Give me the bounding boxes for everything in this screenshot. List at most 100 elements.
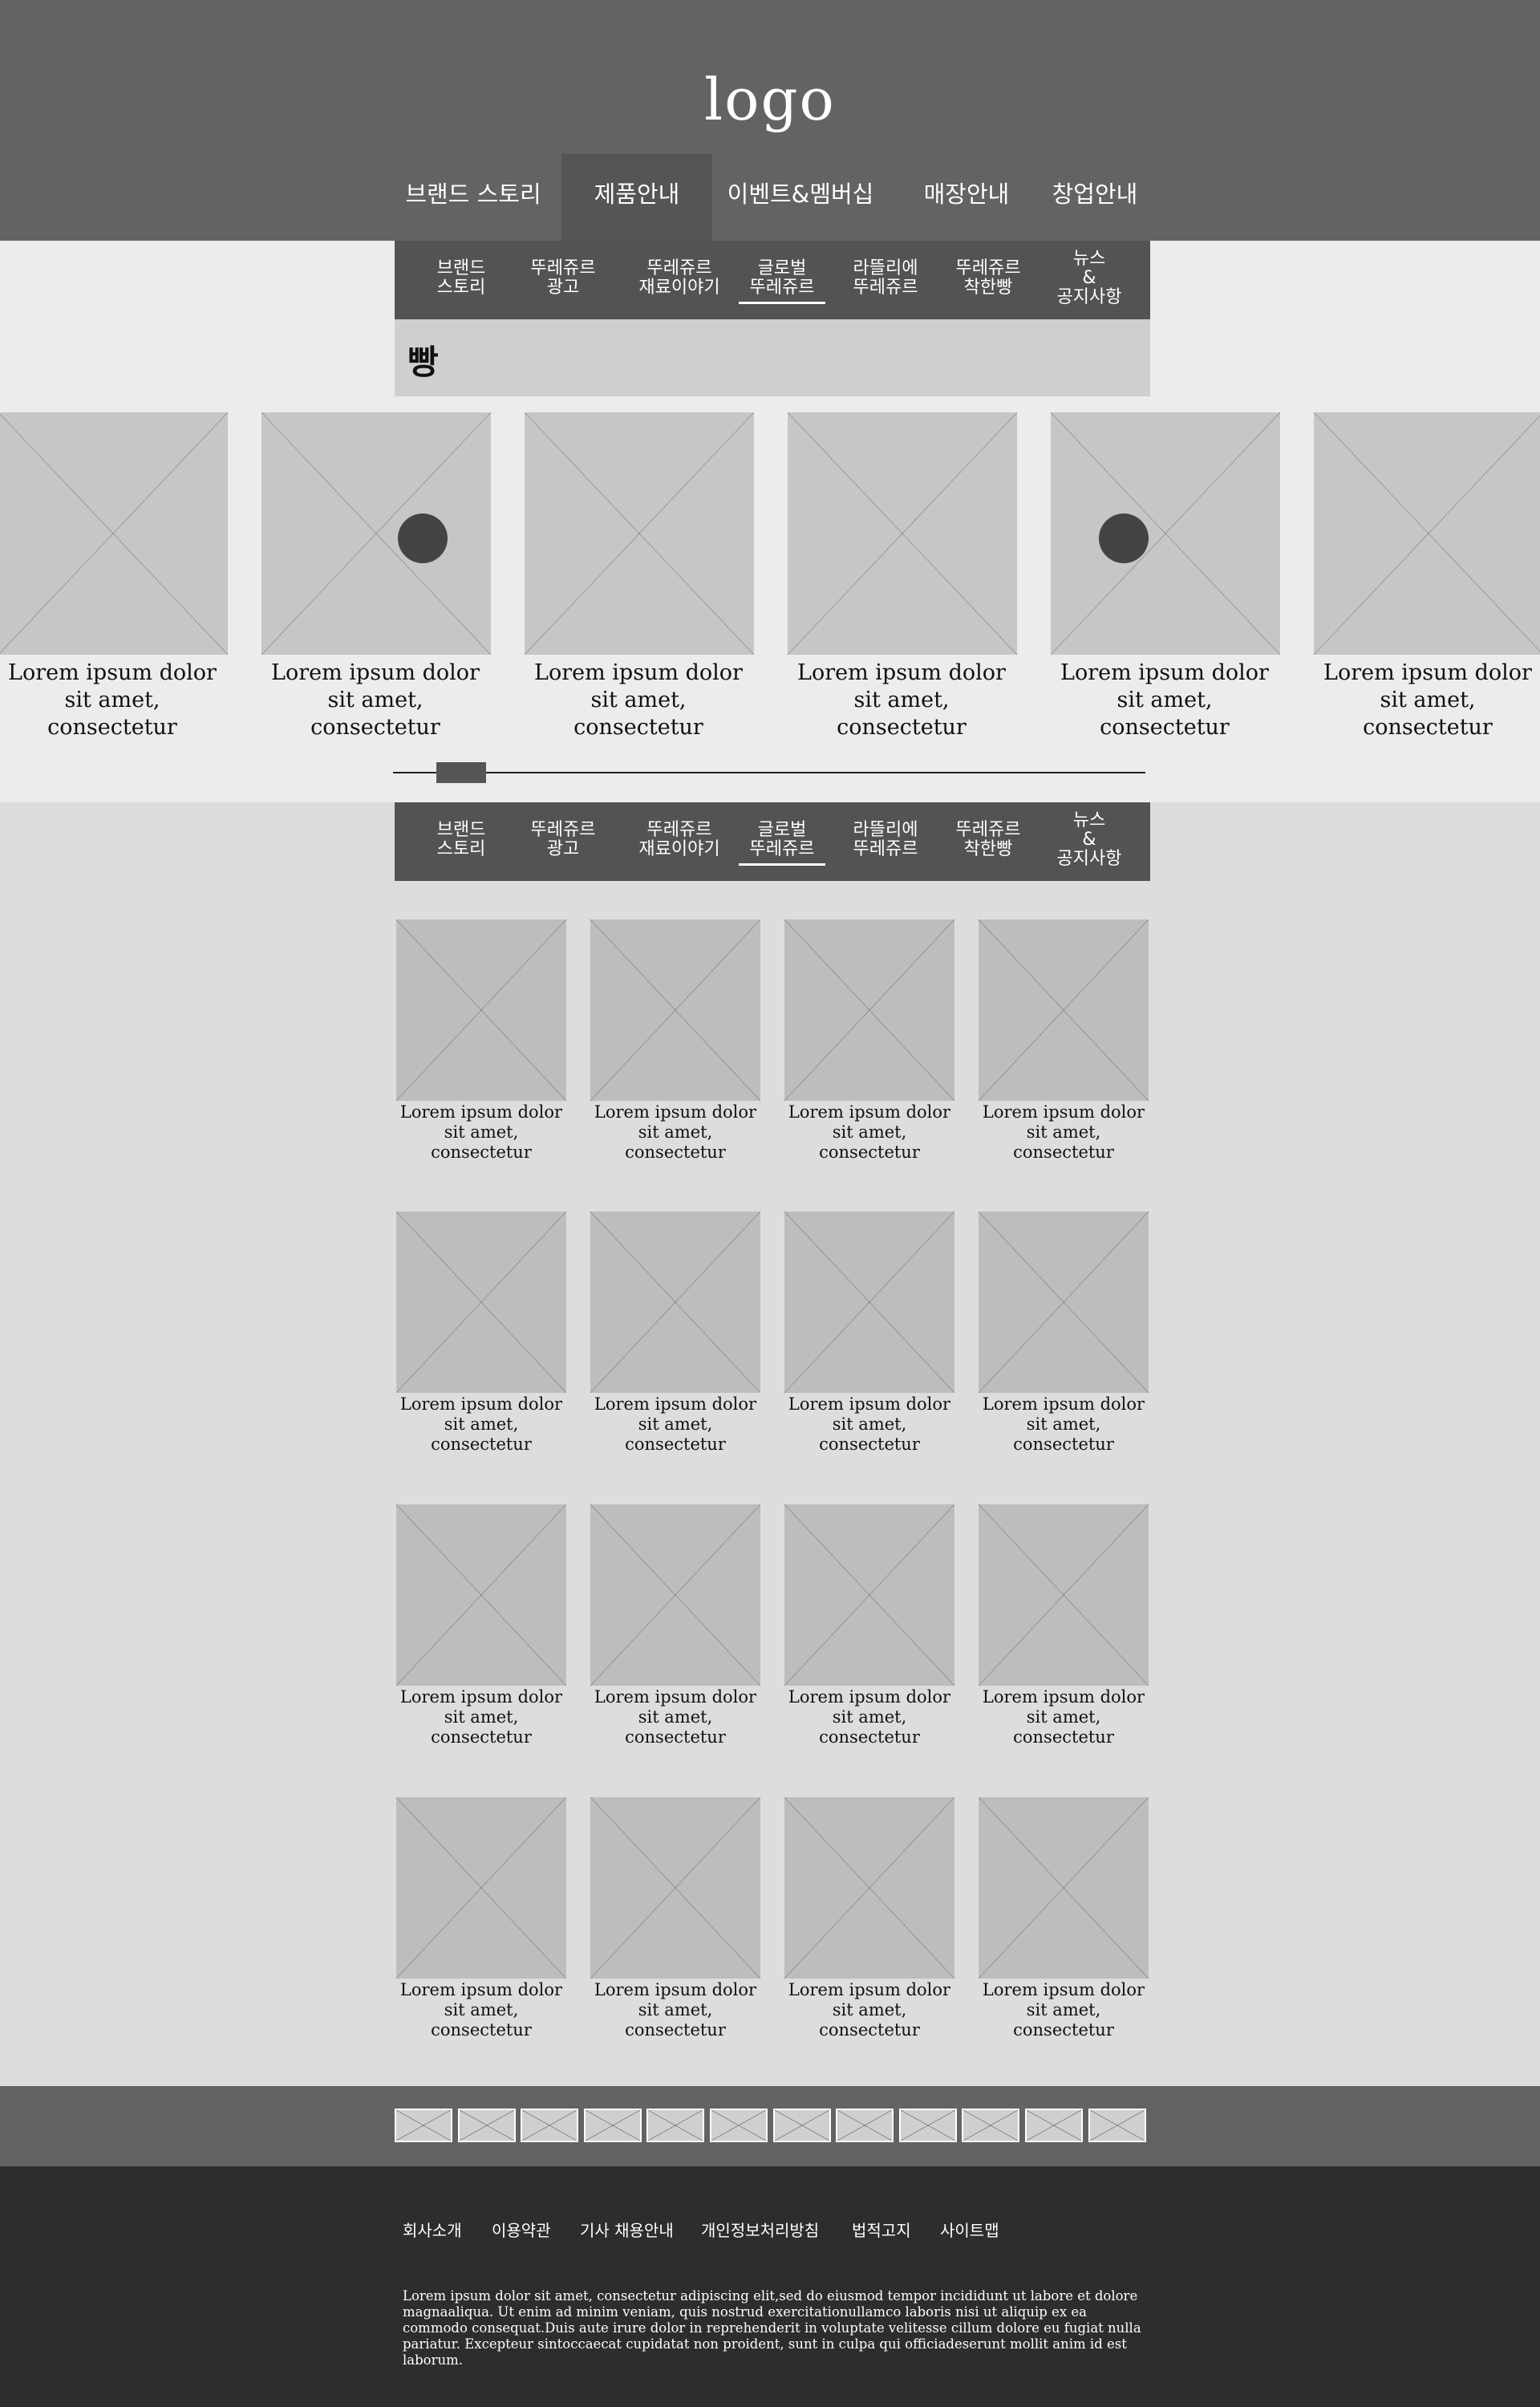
slider-item-image[interactable] xyxy=(0,412,228,655)
grid-item-image[interactable] xyxy=(590,1212,760,1393)
category-title: 빵 xyxy=(407,343,439,382)
slider-item-image[interactable] xyxy=(1314,412,1540,655)
grid-item-image[interactable] xyxy=(784,1504,954,1686)
banner-item[interactable] xyxy=(1088,2109,1146,2142)
footer-link-company[interactable]: 회사소개 xyxy=(403,2218,462,2241)
sub-nav-label: 글로벌 뚜레쥬르 xyxy=(738,259,826,304)
image-placeholder-icon xyxy=(396,919,566,1101)
grid-item-image[interactable] xyxy=(396,1504,566,1686)
image-placeholder-icon xyxy=(648,2110,703,2141)
footer-link-terms[interactable]: 이용약관 xyxy=(492,2218,551,2241)
image-placeholder-icon xyxy=(979,1797,1149,1979)
sub-nav-item-latelier[interactable]: 라뜰리에 뚜레쥬르 xyxy=(826,802,945,881)
image-placeholder-icon xyxy=(963,2110,1018,2141)
main-nav-item-products[interactable]: 제품안내 xyxy=(561,154,712,241)
sub-nav-label: 뚜레쥬르 재료이야기 xyxy=(638,820,720,859)
banner-item[interactable] xyxy=(395,2109,452,2142)
image-placeholder-icon xyxy=(396,1504,566,1686)
main-nav-item-franchise[interactable]: 창업안내 xyxy=(1035,154,1155,241)
banner-item[interactable] xyxy=(962,2109,1019,2142)
banner-item[interactable] xyxy=(646,2109,704,2142)
image-placeholder-icon xyxy=(979,919,1149,1101)
grid-item-caption: Lorem ipsum dolor sit amet, consectetur xyxy=(594,1102,757,1162)
grid-item-image[interactable] xyxy=(979,919,1149,1101)
sub-nav-item-ads[interactable]: 뚜레쥬르 광고 xyxy=(504,241,622,319)
banner-item[interactable] xyxy=(458,2109,516,2142)
image-placeholder-icon xyxy=(590,1212,760,1393)
footer-link-privacy[interactable]: 개인정보처리방침 xyxy=(701,2218,819,2241)
grid-item-image[interactable] xyxy=(396,919,566,1101)
banner-item[interactable] xyxy=(710,2109,768,2142)
footer-text: Lorem ipsum dolor sit amet, consectetur … xyxy=(403,2288,1141,2368)
grid-item-image[interactable] xyxy=(784,1212,954,1393)
grid-item-caption: Lorem ipsum dolor sit amet, consectetur xyxy=(788,1394,951,1454)
site-footer xyxy=(0,2166,1540,2407)
grid-item-caption: Lorem ipsum dolor sit amet, consectetur xyxy=(788,1980,951,2040)
main-nav-item-brand-story[interactable]: 브랜드 스토리 xyxy=(393,154,553,241)
slider-item-image[interactable] xyxy=(788,412,1017,655)
sub-nav-label: 라뜰리에 뚜레쥬르 xyxy=(853,258,918,298)
sub-nav-item-global[interactable]: 글로벌 뚜레쥬르 xyxy=(730,241,834,319)
grid-item-image[interactable] xyxy=(979,1797,1149,1979)
image-placeholder-icon xyxy=(784,1797,954,1979)
grid-item-image[interactable] xyxy=(590,919,760,1101)
banner-item[interactable] xyxy=(584,2109,642,2142)
image-placeholder-icon xyxy=(460,2110,514,2141)
image-placeholder-icon xyxy=(1051,412,1280,655)
slider-scrollbar-thumb[interactable] xyxy=(436,762,486,783)
grid-item-caption: Lorem ipsum dolor sit amet, consectetur xyxy=(788,1687,951,1747)
grid-item-image[interactable] xyxy=(590,1797,760,1979)
footer-link-legal[interactable]: 법적고지 xyxy=(852,2218,911,2241)
image-placeholder-icon xyxy=(590,1797,760,1979)
sub-nav-label: 뚜레쥬르 광고 xyxy=(530,258,596,298)
slider-scrollbar-track[interactable] xyxy=(393,772,1145,773)
grid-item-image[interactable] xyxy=(590,1504,760,1686)
sub-nav-item-news[interactable]: 뉴스 & 공지사항 xyxy=(1028,802,1150,881)
grid-item-image[interactable] xyxy=(784,1797,954,1979)
grid-item-image[interactable] xyxy=(396,1797,566,1979)
banner-item[interactable] xyxy=(836,2109,894,2142)
slider-item-image[interactable] xyxy=(525,412,754,655)
sub-nav-item-latelier[interactable]: 라뜰리에 뚜레쥬르 xyxy=(826,241,945,319)
sub-nav-label: 브랜드 스토리 xyxy=(436,820,486,859)
site-header: logo 브랜드 스토리 제품안내 이벤트&멤버십 매장안내 창업안내 xyxy=(0,0,1540,241)
sub-nav-item-ads[interactable]: 뚜레쥬르 광고 xyxy=(504,802,622,881)
grid-item-caption: Lorem ipsum dolor sit amet, consectetur xyxy=(982,1102,1145,1162)
sub-nav-label: 라뜰리에 뚜레쥬르 xyxy=(853,820,918,859)
banner-item[interactable] xyxy=(773,2109,831,2142)
image-placeholder-icon xyxy=(522,2110,577,2141)
main-nav-item-stores[interactable]: 매장안내 xyxy=(905,154,1028,241)
grid-item-caption: Lorem ipsum dolor sit amet, consectetur xyxy=(982,1394,1145,1454)
image-placeholder-icon xyxy=(711,2110,766,2141)
slider-item-caption: Lorem ipsum dolor sit amet, consectetur xyxy=(1060,660,1269,740)
image-placeholder-icon xyxy=(979,1504,1149,1686)
grid-item-image[interactable] xyxy=(396,1212,566,1393)
footer-link-recruit[interactable]: 기사 채용안내 xyxy=(580,2218,674,2241)
image-placeholder-icon xyxy=(784,1212,954,1393)
sub-nav-label: 뚜레쥬르 재료이야기 xyxy=(638,258,720,298)
slider-item-image[interactable] xyxy=(261,412,491,655)
banner-strip xyxy=(0,2086,1540,2166)
footer-link-sitemap[interactable]: 사이트맵 xyxy=(940,2218,999,2241)
banner-item[interactable] xyxy=(1025,2109,1083,2142)
sub-nav-label: 뉴스 & 공지사항 xyxy=(1056,810,1122,869)
image-placeholder-icon xyxy=(979,1212,1149,1393)
sub-nav-label: 뚜레쥬르 착한빵 xyxy=(955,258,1021,298)
image-placeholder-icon xyxy=(396,2110,451,2141)
image-placeholder-icon xyxy=(586,2110,640,2141)
sub-nav-item-news[interactable]: 뉴스 & 공지사항 xyxy=(1028,241,1150,319)
grid-item-image[interactable] xyxy=(979,1212,1149,1393)
grid-item-caption: Lorem ipsum dolor sit amet, consectetur xyxy=(594,1980,757,2040)
badge-dot xyxy=(1099,513,1149,563)
banner-item[interactable] xyxy=(521,2109,578,2142)
main-nav-item-event-membership[interactable]: 이벤트&멤버십 xyxy=(717,154,884,241)
slider-item-caption: Lorem ipsum dolor sit amet, consectetur xyxy=(271,660,480,740)
slider-item-caption: Lorem ipsum dolor sit amet, consectetur xyxy=(534,660,743,740)
grid-item-image[interactable] xyxy=(979,1504,1149,1686)
image-placeholder-icon xyxy=(1090,2110,1145,2141)
grid-item-image[interactable] xyxy=(784,919,954,1101)
logo[interactable]: logo xyxy=(0,66,1540,133)
slider-item-image[interactable] xyxy=(1051,412,1280,655)
sub-nav-item-global[interactable]: 글로벌 뚜레쥬르 xyxy=(730,802,834,881)
banner-item[interactable] xyxy=(899,2109,957,2142)
